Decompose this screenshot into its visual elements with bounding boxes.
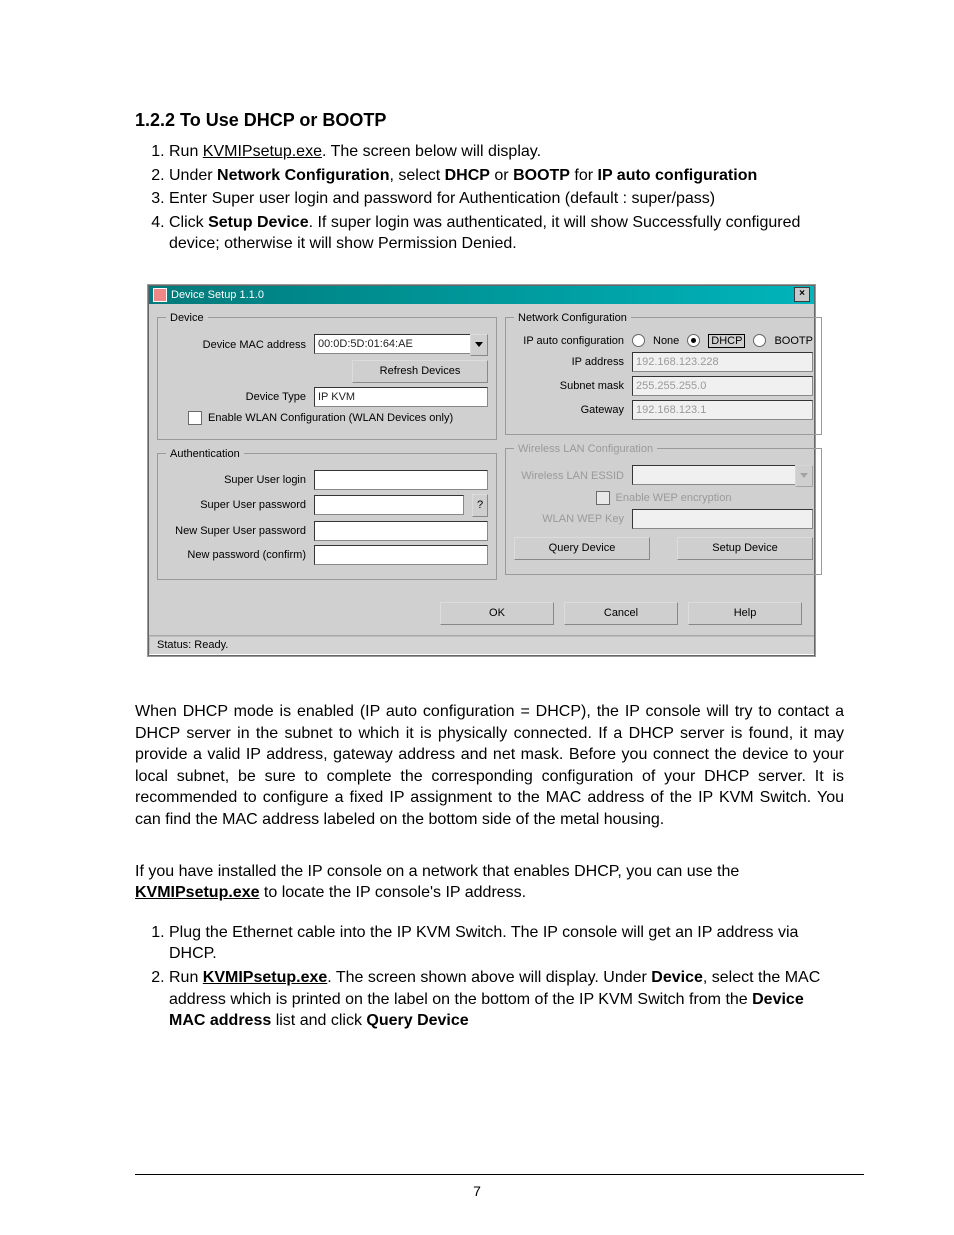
step2-1: Plug the Ethernet cable into the IP KVM …: [169, 922, 844, 965]
mac-input[interactable]: [314, 334, 470, 354]
password-input[interactable]: [314, 495, 464, 515]
instructions-list-2: Plug the Ethernet cable into the IP KVM …: [135, 922, 844, 1032]
step2-2: Run KVMIPsetup.exe. The screen shown abo…: [169, 967, 844, 1032]
radio-none-label: None: [653, 335, 679, 347]
section-title: 1.2.2 To Use DHCP or BOOTP: [135, 110, 844, 131]
cancel-button[interactable]: Cancel: [564, 602, 678, 625]
device-setup-dialog: Device Setup 1.1.0 × Device Device MAC a…: [148, 285, 815, 656]
mask-label: Subnet mask: [514, 380, 624, 392]
essid-combo: [632, 465, 813, 487]
gateway-label: Gateway: [514, 404, 624, 416]
essid-dropdown-button: [795, 465, 813, 487]
close-icon[interactable]: ×: [794, 287, 810, 302]
dialog-title: Device Setup 1.1.0: [171, 289, 264, 301]
refresh-devices-button[interactable]: Refresh Devices: [352, 360, 488, 383]
radio-none[interactable]: [632, 334, 645, 347]
confirm-password-input[interactable]: [314, 545, 488, 565]
mac-label: Device MAC address: [166, 339, 306, 351]
password-help-button[interactable]: ?: [472, 494, 488, 517]
wlan-legend: Wireless LAN Configuration: [514, 443, 657, 455]
network-legend: Network Configuration: [514, 312, 631, 324]
wlan-group: Wireless LAN Configuration Wireless LAN …: [505, 443, 822, 575]
wlan-enable-checkbox[interactable]: [188, 411, 202, 425]
ok-button[interactable]: OK: [440, 602, 554, 625]
network-group: Network Configuration IP auto configurat…: [505, 312, 822, 435]
wep-enable-label: Enable WEP encryption: [616, 492, 732, 504]
step-4: Click Setup Device. If super login was a…: [169, 212, 844, 255]
mask-input: [632, 376, 813, 396]
wep-enable-checkbox: [596, 491, 610, 505]
footer-divider: [135, 1174, 864, 1175]
step-1: Run KVMIPsetup.exe. The screen below wil…: [169, 141, 844, 163]
mac-dropdown-button[interactable]: [470, 334, 488, 356]
essid-label: Wireless LAN ESSID: [514, 470, 624, 482]
wepkey-input: [632, 509, 813, 529]
radio-dhcp[interactable]: [687, 334, 700, 347]
login-label: Super User login: [166, 474, 306, 486]
radio-bootp-label: BOOTP: [774, 335, 813, 347]
step-2: Under Network Configuration, select DHCP…: [169, 165, 844, 187]
dhcp-explainer: When DHCP mode is enabled (IP auto confi…: [135, 701, 844, 831]
essid-input: [632, 465, 795, 485]
wlan-enable-label: Enable WLAN Configuration (WLAN Devices …: [208, 412, 453, 424]
new-password-input[interactable]: [314, 521, 488, 541]
query-device-button[interactable]: Query Device: [514, 537, 650, 560]
wepkey-label: WLAN WEP Key: [514, 513, 624, 525]
page-number: 7: [0, 1183, 954, 1199]
device-legend: Device: [166, 312, 208, 324]
device-type-input[interactable]: [314, 387, 488, 407]
locate-explainer: If you have installed the IP console on …: [135, 861, 844, 904]
auth-legend: Authentication: [166, 448, 244, 460]
help-button[interactable]: Help: [688, 602, 802, 625]
chevron-down-icon: [475, 342, 483, 347]
auth-group: Authentication Super User login Super Us…: [157, 448, 497, 580]
instructions-list: Run KVMIPsetup.exe. The screen below wil…: [135, 141, 844, 255]
ip-label: IP address: [514, 356, 624, 368]
app-icon: [153, 288, 167, 302]
new-password-label: New Super User password: [166, 525, 306, 537]
setup-device-button[interactable]: Setup Device: [677, 537, 813, 560]
status-bar: Status: Ready.: [149, 635, 814, 655]
device-type-label: Device Type: [166, 391, 306, 403]
login-input[interactable]: [314, 470, 488, 490]
radio-dhcp-label: DHCP: [708, 334, 745, 348]
confirm-password-label: New password (confirm): [166, 549, 306, 561]
ip-input: [632, 352, 813, 372]
radio-bootp[interactable]: [753, 334, 766, 347]
gateway-input: [632, 400, 813, 420]
device-group: Device Device MAC address Refresh Device…: [157, 312, 497, 440]
mac-combo[interactable]: [314, 334, 488, 356]
chevron-down-icon: [800, 473, 808, 478]
ip-auto-label: IP auto configuration: [514, 335, 624, 347]
password-label: Super User password: [166, 499, 306, 511]
dialog-titlebar[interactable]: Device Setup 1.1.0 ×: [149, 286, 814, 304]
step-3: Enter Super user login and password for …: [169, 188, 844, 210]
